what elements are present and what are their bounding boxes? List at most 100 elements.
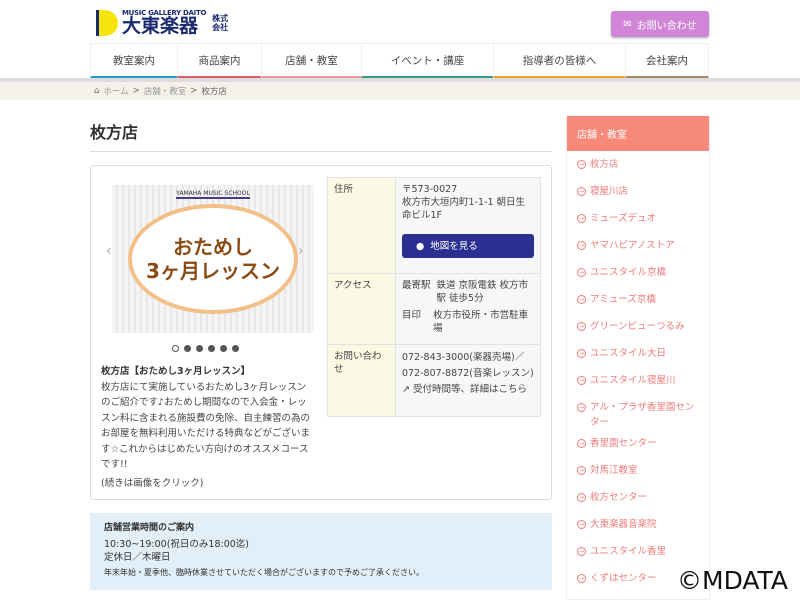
sidebar-item[interactable]: → ユニスタイル京橋 [567,259,709,286]
article-more: (続きは画像をクリック) [101,477,204,489]
business-hours-box: 店舗営業時間のご案内 10:30~19:00(祝日のみ18:00迄) 定休日／木… [90,513,552,590]
arrow-circle-icon: → [577,439,586,448]
nav-item[interactable]: 商品案内 [177,44,261,79]
hours-time: 10:30~19:00(祝日のみ18:00迄) [104,539,250,550]
arrow-circle-icon: → [577,187,586,196]
nav-item[interactable]: 指導者の皆様へ [493,44,625,79]
logo-kk: 株式会社 [212,13,229,32]
divider [90,151,552,152]
access-label: アクセス [327,273,396,345]
arrow-circle-icon: → [577,520,586,529]
arrow-circle-icon: → [577,403,586,412]
arrow-circle-icon: → [577,295,586,304]
address-label: 住所 [327,177,396,274]
sidebar-item[interactable]: → 枚方センター [567,484,709,511]
arrow-circle-icon: → [577,214,586,223]
sidebar-item[interactable]: → ミューズデュオ [567,205,709,232]
logo-main: 大東楽器 [122,15,199,37]
sidebar-item[interactable]: → ユニスタイル寝屋川 [567,367,709,394]
map-button[interactable]: ● 地図を見る [402,234,534,258]
sidebar-item[interactable]: → 枚方店 [567,151,709,178]
sidebar-item-label: ミューズデュオ [590,213,657,224]
carousel-dot[interactable] [196,345,203,352]
sidebar-item-label: 寝屋川店 [590,186,629,197]
sidebar-item-label: 対馬江教室 [590,465,638,476]
breadcrumb-current: 枚方店 [201,87,227,97]
sidebar-item[interactable]: → 寝屋川店 [567,178,709,205]
sidebar-item[interactable]: → ユニスタイル香里 [567,538,709,565]
contact-button[interactable]: ✉ お問い合わせ [611,11,709,37]
sidebar-item-label: 香里園センター [590,438,657,449]
watermark: ©MDATA [677,566,788,595]
sidebar: 店舗・教室 → 枚方店 → 寝屋川店 → ミューズデュオ → ヤマハピアノストア → ユニスタイル… [566,116,710,600]
sidebar-item[interactable]: → 対馬江教室 [567,457,709,484]
sidebar-item[interactable]: → 香里園センター [567,430,709,457]
breadcrumb-home[interactable]: ホーム [103,85,128,97]
sidebar-item-label: アル・プラザ香里園センター [590,402,695,428]
logo-mark [96,9,118,36]
carousel-dot[interactable] [184,345,191,352]
sidebar-item[interactable]: → アル・プラザ香里園センター [567,394,709,430]
nav-item[interactable]: 店舗・教室 [261,44,361,79]
arrow-circle-icon: → [577,241,586,250]
main-nav: 教室案内 商品案内 店舗・教室 イベント・講座 指導者の皆様へ 会社案内 [90,43,709,79]
carousel-dot[interactable] [232,345,239,352]
sidebar-item-label: くずはセンター [590,573,657,584]
map-pin-icon: ● [416,240,425,252]
sidebar-item[interactable]: → グリーンビューつるみ [567,313,709,340]
slide-line1: おためし [173,235,253,259]
arrow-circle-icon: → [577,466,586,475]
home-icon: ⌂ [94,86,100,96]
hours-title: 店舗営業時間のご案内 [104,523,195,533]
nav-item[interactable]: 教室案内 [90,44,177,79]
arrow-circle-icon: → [577,574,586,583]
carousel-dot[interactable] [172,345,179,352]
sidebar-item-label: ユニスタイル京橋 [590,267,667,278]
station-value: 鉄道 京阪電鉄 枚方市駅 徒歩5分 [436,280,529,304]
arrow-circle-icon: → [577,268,586,277]
arrow-circle-icon: → [577,547,586,556]
arrow-circle-icon: → [577,160,586,169]
hours-closed: 定休日／木曜日 [104,552,171,563]
sidebar-item-label: 枚方店 [590,159,619,170]
details-link[interactable]: ↗ 受付時間等、詳細はこちら [402,382,534,398]
slide-line2: 3ヶ月レッスン [146,259,280,283]
sidebar-item-label: ユニスタイル寝屋川 [590,375,676,386]
postal-code: 〒573-0027 [402,184,458,195]
carousel-dot[interactable] [220,345,227,352]
nav-item[interactable]: 会社案内 [625,44,709,79]
article: 枚方店【おためし3ヶ月レッスン】 枚方店にて実施しているおためし3ヶ月レッスンの… [101,364,313,491]
arrow-circle-icon: → [577,322,586,331]
breadcrumb-sep: > [132,86,140,96]
nav-item[interactable]: イベント・講座 [361,44,493,79]
sidebar-item-label: 枚方センター [590,492,648,503]
mail-icon: ✉ [623,18,632,30]
tel-sales: 072-843-3000(楽器売場)／ [402,352,525,363]
landmark-key: 目印 [402,310,422,321]
breadcrumb-sep: > [190,86,198,96]
sidebar-item-label: 大東楽器音楽院 [590,519,657,530]
sidebar-item[interactable]: → ユニスタイル大日 [567,340,709,367]
page-title: 枚方店 [90,123,139,142]
breadcrumb-parent[interactable]: 店舗・教室 [144,85,187,97]
contact-info-label: お問い合わせ [327,344,396,417]
address: 枚方市大垣内町1-1-1 朝日生命ビル1F [402,197,526,221]
breadcrumb: ⌂ ホーム > 店舗・教室 > 枚方店 [0,82,800,100]
external-link-icon: ↗ [402,384,410,395]
sidebar-item[interactable]: → 大東楽器音楽院 [567,511,709,538]
station-key: 最寄駅 [402,280,431,291]
map-button-label: 地図を見る [430,240,478,252]
carousel-dot[interactable] [208,345,215,352]
arrow-circle-icon: → [577,376,586,385]
store-info-table: 住所 〒573-0027 枚方市大垣内町1-1-1 朝日生命ビル1F ● 地図を見る… [327,177,541,417]
details-link-label: 受付時間等、詳細はこちら [413,384,528,395]
sidebar-item[interactable]: → ヤマハピアノストア [567,232,709,259]
sidebar-item-label: ユニスタイル香里 [590,546,667,557]
carousel-prev-button[interactable]: ‹ [106,243,112,259]
sidebar-item-label: グリーンビューつるみ [590,321,685,332]
tel-lessons: 072-807-8872(音楽レッスン) [402,368,534,379]
carousel-slide-image[interactable]: YAMAHA MUSIC SCHOOL おためし 3ヶ月レッスン [112,185,314,333]
carousel-next-button[interactable]: › [298,243,304,259]
sidebar-item[interactable]: → アミューズ京橋 [567,286,709,313]
logo[interactable]: MUSIC GALLERY DAITO 大東楽器 株式会社 [96,9,230,36]
